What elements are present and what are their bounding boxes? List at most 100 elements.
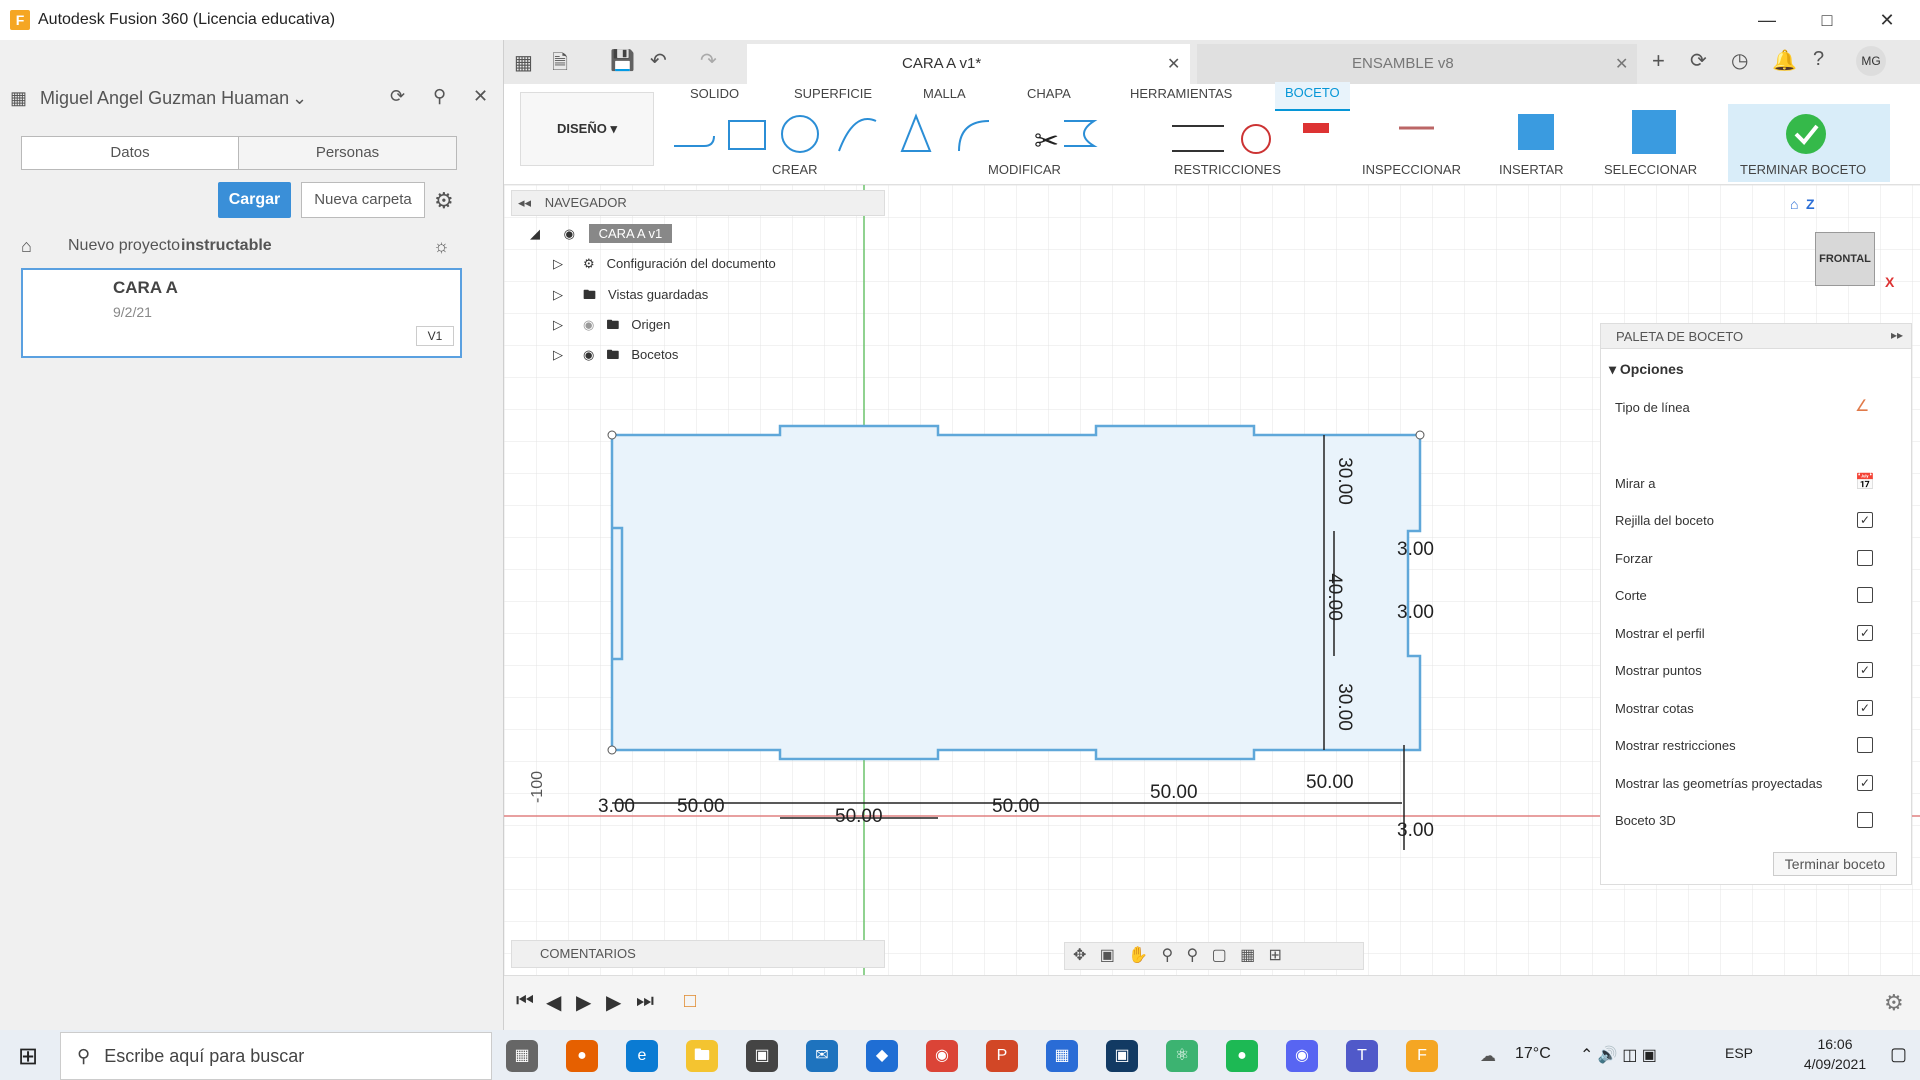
trim-scissors-icon[interactable]: ✂ [1034, 124, 1059, 159]
dropbox-icon[interactable]: ◆ [866, 1040, 898, 1072]
expand-palette-icon[interactable]: ▸▸ [1891, 328, 1903, 342]
home-icon[interactable]: ⌂ [21, 236, 32, 257]
look-at-icon[interactable]: 📅 [1855, 472, 1875, 492]
grid-settings-icon[interactable]: ▦ [1240, 947, 1255, 964]
notification-center-icon[interactable]: ▢ [1890, 1044, 1907, 1065]
dim-50-5[interactable]: 50.00 [1306, 772, 1354, 794]
dim-40[interactable]: 40.00 [1323, 573, 1345, 621]
sketch-3d-checkbox[interactable] [1857, 812, 1873, 828]
close-panel-icon[interactable]: ✕ [473, 86, 488, 107]
go-to-end-icon[interactable]: ⏭ [636, 990, 654, 1013]
teams-icon[interactable]: T [1346, 1040, 1378, 1072]
dim-50-4[interactable]: 50.00 [1150, 782, 1198, 804]
viewports-icon[interactable]: ⊞ [1269, 947, 1282, 964]
clock-time[interactable]: 16:06 [1790, 1036, 1880, 1052]
expand-arrow-icon[interactable]: ◢ [530, 226, 540, 241]
visibility-eye-icon[interactable]: ◉ [564, 226, 575, 241]
step-forward-icon[interactable]: ▶ [606, 990, 621, 1015]
discord-icon[interactable]: ◉ [1286, 1040, 1318, 1072]
redo-icon[interactable]: ↷ [700, 48, 717, 73]
apps-grid-icon[interactable]: ▦ [10, 88, 27, 109]
file-card[interactable]: CARA A 9/2/21 V1 [21, 268, 462, 358]
slice-checkbox[interactable] [1857, 587, 1873, 603]
group-restricciones[interactable]: RESTRICCIONES [1174, 162, 1281, 177]
weather-cloud-icon[interactable]: ☁ [1480, 1046, 1496, 1066]
tree-item-origin[interactable]: ▷ ◉ 🖿 Origen [553, 316, 670, 338]
tab-ensamble[interactable]: ENSAMBLE v8 ✕ [1197, 44, 1637, 84]
job-status-icon[interactable]: ◷ [1731, 48, 1748, 73]
powerpoint-icon[interactable]: P [986, 1040, 1018, 1072]
timeline-settings-icon[interactable]: ⚙ [1884, 990, 1904, 1016]
tab-herramientas[interactable]: HERRAMIENTAS [1130, 86, 1232, 101]
file-menu-icon[interactable]: 🗎 [552, 48, 568, 82]
finish-check-badge[interactable] [1784, 112, 1828, 156]
profile-checkbox[interactable]: ✓ [1857, 625, 1873, 641]
dim-50-2[interactable]: 50.00 [835, 806, 883, 828]
dim-3-left[interactable]: 3.00 [598, 796, 635, 818]
new-folder-button[interactable]: Nueva carpeta [301, 182, 425, 218]
look-at-icon[interactable]: ▣ [1100, 947, 1115, 964]
expand-arrow-icon[interactable]: ▷ [553, 347, 563, 362]
comments-panel[interactable]: COMENTARIOS [511, 940, 885, 968]
go-to-start-icon[interactable]: ⏮ [516, 990, 534, 1013]
spotify-icon[interactable]: ● [1226, 1040, 1258, 1072]
tree-item-config[interactable]: ▷ ⚙ Configuración del documento [553, 256, 776, 272]
line-type-icon[interactable]: ∠ [1855, 396, 1869, 416]
avatar[interactable]: MG [1856, 46, 1886, 76]
tab-close-icon[interactable]: ✕ [1167, 54, 1180, 74]
settings-gear-icon[interactable]: ⚙ [434, 188, 454, 214]
visibility-off-icon[interactable]: ◉ [583, 317, 594, 332]
group-seleccionar[interactable]: SELECCIONAR [1604, 162, 1697, 177]
language-indicator[interactable]: ESP [1725, 1045, 1753, 1061]
tab-chapa[interactable]: CHAPA [1027, 86, 1071, 101]
group-terminar-boceto[interactable]: TERMINAR BOCETO [1740, 162, 1866, 177]
navigator-header[interactable]: ◂◂ NAVEGADOR [511, 190, 885, 216]
group-inspeccionar[interactable]: INSPECCIONAR [1362, 162, 1461, 177]
tree-item-views[interactable]: ▷ 🖿 Vistas guardadas [553, 286, 708, 308]
tab-solido[interactable]: SOLIDO [690, 86, 739, 101]
breadcrumb-project[interactable]: Nuevo proyecto [68, 237, 180, 255]
dim-30-top[interactable]: 30.00 [1333, 457, 1355, 505]
minimize-button[interactable]: — [1737, 0, 1797, 40]
file-explorer-icon[interactable]: 🖿 [686, 1040, 718, 1072]
upload-button[interactable]: Cargar [218, 182, 291, 218]
finish-sketch-button[interactable]: Terminar boceto [1773, 852, 1897, 876]
dim-3-right-top[interactable]: 3.00 [1397, 539, 1434, 561]
tree-item-sketches[interactable]: ▷ ◉ 🖿 Bocetos [553, 346, 678, 368]
tab-superficie[interactable]: SUPERFICIE [794, 86, 872, 101]
edge-icon[interactable]: e [626, 1040, 658, 1072]
close-button[interactable]: ✕ [1857, 0, 1917, 40]
dim-30-bottom[interactable]: 30.00 [1333, 683, 1355, 731]
play-icon[interactable]: ▶ [576, 990, 591, 1015]
temperature[interactable]: 17°C [1515, 1045, 1551, 1063]
zoom-window-icon[interactable]: ⚲ [1187, 947, 1199, 964]
windows-start-icon[interactable]: ⊞ [18, 1042, 38, 1071]
refresh-icon[interactable]: ⟳ [390, 86, 405, 107]
constraints-checkbox[interactable] [1857, 737, 1873, 753]
tab-datos[interactable]: Datos [21, 136, 239, 170]
projected-checkbox[interactable]: ✓ [1857, 775, 1873, 791]
collapse-icon[interactable]: ◂◂ [518, 195, 531, 210]
taskbar-search[interactable]: ⚲ Escribe aquí para buscar [60, 1032, 492, 1080]
tab-personas[interactable]: Personas [238, 136, 457, 170]
chevron-down-icon[interactable]: ⌄ [292, 88, 307, 109]
extensions-icon[interactable]: ⟳ [1690, 48, 1707, 73]
home-view-icon[interactable]: ⌂ [1790, 196, 1798, 212]
expand-arrow-icon[interactable]: ▷ [553, 256, 563, 271]
sketch-feature-icon[interactable]: □ [684, 990, 696, 1013]
orbit-icon[interactable]: ✥ [1073, 947, 1086, 964]
snap-checkbox[interactable] [1857, 550, 1873, 566]
group-modificar[interactable]: MODIFICAR [988, 162, 1061, 177]
atom-icon[interactable]: ⚛ [1166, 1040, 1198, 1072]
dim-3-right-bottom[interactable]: 3.00 [1397, 820, 1434, 842]
app-icon[interactable]: ▣ [1106, 1040, 1138, 1072]
dim-50-3[interactable]: 50.00 [992, 796, 1040, 818]
pan-hand-icon[interactable]: ✋ [1128, 947, 1148, 964]
grid-checkbox[interactable]: ✓ [1857, 512, 1873, 528]
group-insertar[interactable]: INSERTAR [1499, 162, 1564, 177]
tree-root[interactable]: ◢ ◉ CARA A v1 [530, 224, 673, 243]
visibility-eye-icon[interactable]: ◉ [583, 347, 594, 362]
version-badge[interactable]: V1 [416, 326, 454, 346]
mail-icon[interactable]: ✉ [806, 1040, 838, 1072]
step-back-icon[interactable]: ◀ [546, 990, 561, 1015]
